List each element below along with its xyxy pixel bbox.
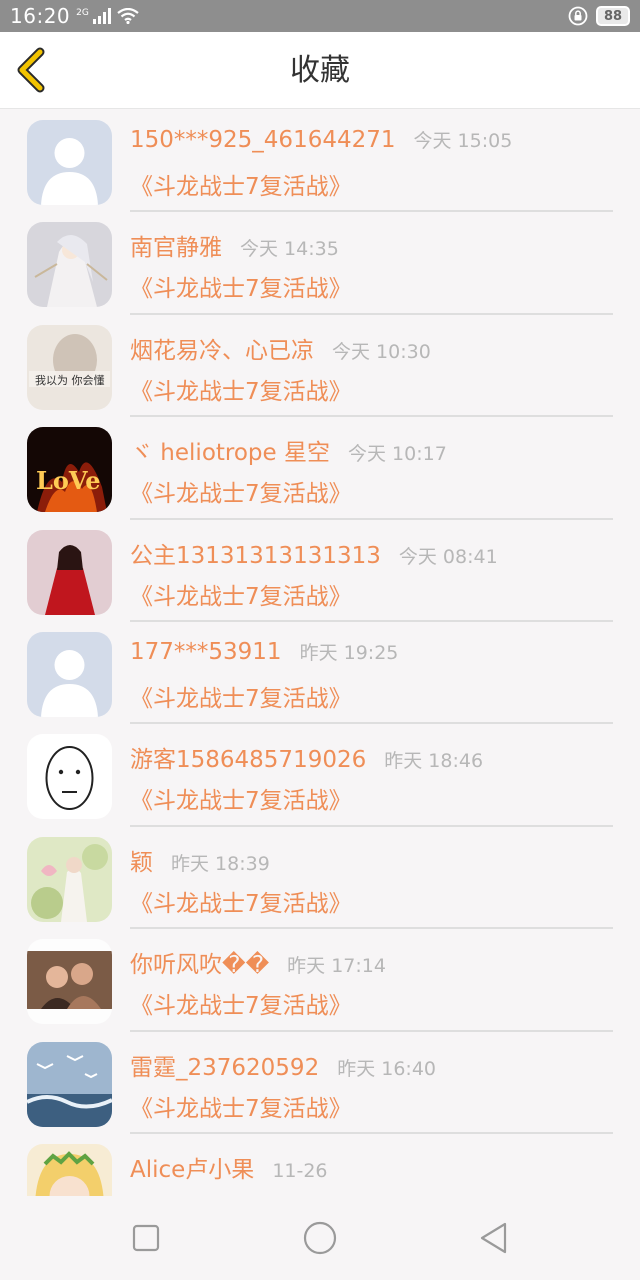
network-type: 2G bbox=[76, 7, 89, 18]
default-avatar[interactable] bbox=[27, 120, 112, 205]
user-name[interactable]: 颖 bbox=[130, 843, 153, 877]
lotus-girl-avatar[interactable] bbox=[27, 836, 112, 922]
user-name[interactable]: ヾ heliotrope 星空 bbox=[130, 433, 330, 467]
item-info: 150***925_461644271 今天 15:05 《斗龙战士7复活战》 bbox=[130, 110, 613, 213]
favorite-time: 11-26 bbox=[272, 1159, 328, 1182]
blonde-girl-avatar[interactable] bbox=[27, 1143, 112, 1196]
item-header: 南官静雅 今天 14:35 bbox=[130, 228, 339, 262]
user-name[interactable]: 雷霆_237620592 bbox=[130, 1048, 319, 1082]
status-left: 16:20 2G bbox=[10, 4, 139, 28]
svg-text:LoVe: LoVe bbox=[36, 466, 101, 495]
list-item[interactable]: LoVe ヾ heliotrope 星空 今天 10:17 《斗龙战士7复活战》 bbox=[0, 417, 640, 520]
item-header: 雷霆_237620592 昨天 16:40 bbox=[130, 1048, 436, 1082]
item-header: ヾ heliotrope 星空 今天 10:17 bbox=[130, 433, 447, 467]
item-info: Alice卢小果11-26《斗龙战士7复活战》 bbox=[130, 1134, 613, 1196]
status-right: 88 bbox=[568, 6, 630, 26]
list-item[interactable]: 颖昨天 18:39 《斗龙战士7复活战》 bbox=[0, 827, 640, 930]
item-header: 150***925_461644271 今天 15:05 bbox=[130, 126, 512, 153]
item-header: 你听风吹�� 昨天 17:14 bbox=[130, 945, 386, 979]
book-title[interactable]: 《斗龙战士7复活战》 bbox=[130, 781, 352, 815]
couple-photo-avatar[interactable] bbox=[27, 939, 112, 1025]
list-item[interactable]: 你听风吹�� 昨天 17:14 《斗龙战士7复活战》 bbox=[0, 929, 640, 1032]
default-avatar[interactable] bbox=[27, 631, 112, 717]
list-item[interactable]: 公主13131313131313 今天 08:41 《斗龙战士7复活战》 bbox=[0, 520, 640, 622]
text-photo-avatar[interactable]: 我以为 你会懂 bbox=[27, 324, 112, 410]
status-time: 16:20 bbox=[10, 4, 71, 28]
list-item[interactable]: 雷霆_237620592 昨天 16:40 《斗龙战士7复活战》 bbox=[0, 1032, 640, 1134]
favorite-time: 昨天 16:40 bbox=[337, 1057, 436, 1080]
status-bar: 16:20 2G 88 bbox=[0, 0, 640, 32]
list-item[interactable]: 游客1586485719026 昨天 18:46 《斗龙战士7复活战》 bbox=[0, 724, 640, 827]
list-item[interactable]: 我以为 你会懂 烟花易冷、心已凉 今天 10:30 《斗龙战士7复活战》 bbox=[0, 315, 640, 418]
item-info: 雷霆_237620592 昨天 16:40 《斗龙战士7复活战》 bbox=[130, 1032, 613, 1134]
item-header: 颖昨天 18:39 bbox=[130, 843, 270, 877]
user-name[interactable]: 公主13131313131313 bbox=[130, 536, 381, 570]
home-button[interactable] bbox=[300, 1218, 340, 1258]
user-name[interactable]: 烟花易冷、心已凉 bbox=[130, 331, 314, 365]
book-title[interactable]: 《斗龙战士7复活战》 bbox=[130, 884, 352, 918]
item-header: 177***53911 昨天 19:25 bbox=[130, 638, 398, 665]
favorite-time: 昨天 18:39 bbox=[171, 852, 270, 875]
wifi-icon bbox=[117, 8, 139, 24]
user-name[interactable]: 南官静雅 bbox=[130, 228, 222, 262]
navigation-bar bbox=[0, 1196, 640, 1280]
book-title[interactable]: 《斗龙战士7复活战》 bbox=[130, 1089, 352, 1123]
anime-white-avatar[interactable] bbox=[27, 222, 112, 308]
item-info: ヾ heliotrope 星空 今天 10:17 《斗龙战士7复活战》 bbox=[130, 417, 613, 520]
item-header: Alice卢小果 11-26 bbox=[130, 1150, 328, 1184]
item-info: 颖昨天 18:39 《斗龙战士7复活战》 bbox=[130, 827, 613, 930]
book-title[interactable]: 《斗龙战士7复活战》 bbox=[130, 986, 352, 1020]
book-title[interactable]: 《斗龙战士7复活战》 bbox=[130, 679, 352, 713]
face-sketch-avatar[interactable] bbox=[27, 734, 112, 820]
item-info: 南官静雅 今天 14:35 《斗龙战士7复活战》 bbox=[130, 212, 613, 315]
screen: 16:20 2G 88 收藏 150***925_461644271 今天 15… bbox=[0, 0, 640, 1280]
item-info: 你听风吹�� 昨天 17:14 《斗龙战士7复活战》 bbox=[130, 929, 613, 1032]
item-header: 烟花易冷、心已凉 今天 10:30 bbox=[130, 331, 431, 365]
list-item[interactable]: 南官静雅 今天 14:35 《斗龙战士7复活战》 bbox=[0, 212, 640, 315]
list-item[interactable]: Alice卢小果11-26《斗龙战士7复活战》 bbox=[0, 1134, 640, 1196]
red-dress-avatar[interactable] bbox=[27, 529, 112, 615]
favorite-time: 今天 10:17 bbox=[348, 443, 447, 466]
item-info: 游客1586485719026 昨天 18:46 《斗龙战士7复活战》 bbox=[130, 724, 613, 827]
page-title: 收藏 bbox=[290, 53, 350, 88]
favorite-time: 昨天 19:25 bbox=[299, 641, 399, 664]
user-name[interactable]: 游客1586485719026 bbox=[130, 740, 366, 774]
back-nav-button[interactable] bbox=[474, 1218, 514, 1258]
book-title[interactable]: 《斗龙战士7复活战》 bbox=[130, 474, 352, 508]
favorite-time: 昨天 18:46 bbox=[384, 750, 484, 773]
user-name[interactable]: 你听风吹�� bbox=[130, 945, 269, 979]
rotation-lock-icon bbox=[568, 6, 588, 26]
user-name[interactable]: Alice卢小果 bbox=[130, 1150, 254, 1184]
list-item[interactable]: 150***925_461644271 今天 15:05 《斗龙战士7复活战》 bbox=[0, 110, 640, 213]
favorite-time: 今天 08:41 bbox=[398, 545, 498, 568]
battery-indicator: 88 bbox=[596, 6, 630, 26]
book-title[interactable]: 《斗龙战士7复活战》 bbox=[130, 577, 352, 611]
title-bar: 收藏 bbox=[0, 32, 640, 109]
book-title[interactable]: 《斗龙战士7复活战》 bbox=[130, 167, 352, 201]
item-header: 公主13131313131313 今天 08:41 bbox=[130, 536, 498, 570]
battery-level: 88 bbox=[603, 8, 623, 24]
favorite-time: 今天 15:05 bbox=[413, 130, 513, 152]
item-header: 游客1586485719026 昨天 18:46 bbox=[130, 740, 483, 774]
favorite-time: 今天 14:35 bbox=[240, 238, 339, 261]
item-info: 烟花易冷、心已凉 今天 10:30 《斗龙战士7复活战》 bbox=[130, 315, 613, 418]
seagull-avatar[interactable] bbox=[27, 1041, 112, 1127]
favorites-list[interactable]: 150***925_461644271 今天 15:05 《斗龙战士7复活战》 南官静… bbox=[0, 110, 640, 1196]
recent-apps-button[interactable] bbox=[126, 1218, 166, 1258]
list-item[interactable]: 177***53911 昨天 19:25 《斗龙战士7复活战》 bbox=[0, 622, 640, 725]
book-title[interactable]: 《斗龙战士7复活战》 bbox=[130, 269, 352, 303]
signal-icon bbox=[92, 8, 111, 24]
book-title[interactable]: 《斗龙战士7复活战》 bbox=[130, 372, 352, 406]
favorite-time: 今天 10:30 bbox=[332, 340, 431, 363]
user-name[interactable]: 177***53911 bbox=[130, 639, 282, 665]
fire-love-avatar[interactable]: LoVe bbox=[27, 427, 112, 513]
favorite-time: 昨天 17:14 bbox=[287, 955, 386, 978]
user-name[interactable]: 150***925_461644271 bbox=[130, 127, 396, 153]
item-info: 公主13131313131313 今天 08:41 《斗龙战士7复活战》 bbox=[130, 520, 613, 622]
svg-text:我以为 你会懂: 我以为 你会懂 bbox=[35, 374, 105, 387]
item-info: 177***53911 昨天 19:25 《斗龙战士7复活战》 bbox=[130, 622, 613, 725]
